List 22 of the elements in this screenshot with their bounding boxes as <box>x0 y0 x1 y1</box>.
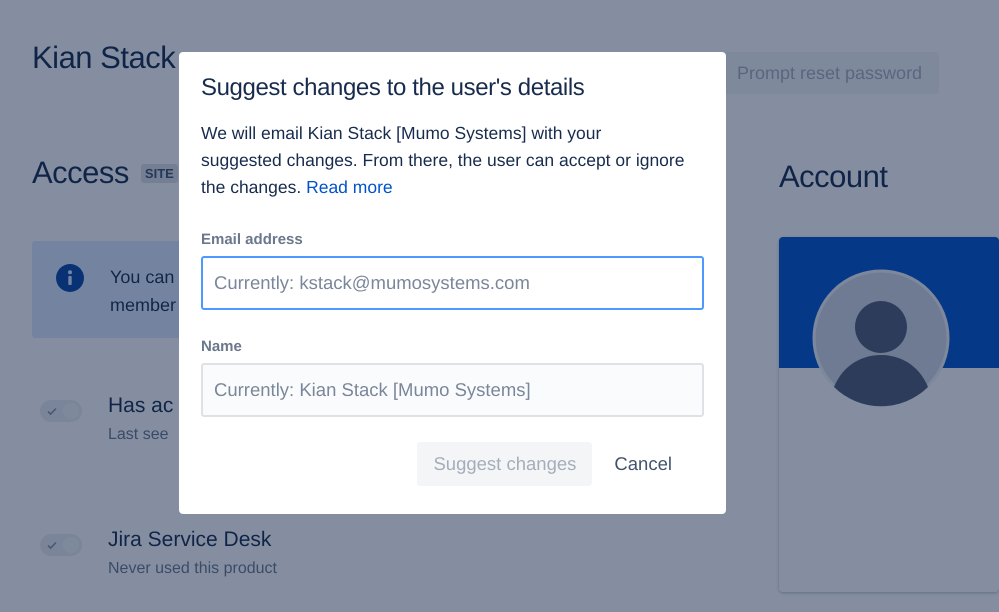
check-icon <box>46 539 58 551</box>
product-name: Jira Service Desk <box>108 528 272 552</box>
info-text: You can <box>110 266 176 289</box>
read-more-link[interactable]: Read more <box>306 177 393 197</box>
site-badge: SITE <box>140 164 178 182</box>
dialog-title: Suggest changes to the user's details <box>201 74 586 102</box>
field-label: Name <box>201 338 242 355</box>
dialog-description: We will email Kian Stack [Mumo Systems] with your suggested changes. From there, the user can accept or ignore the changes. Read more <box>201 122 686 199</box>
account-heading: Account <box>779 159 889 195</box>
product-status: Never used this product <box>108 560 277 578</box>
cancel-button[interactable]: Cancel <box>598 442 688 486</box>
input-field[interactable]: Currently: kstack@mumosystems.com <box>201 256 704 310</box>
info-icon <box>56 264 84 292</box>
product-name: Has ac <box>108 394 174 418</box>
check-icon <box>46 405 58 417</box>
toggle-switch[interactable] <box>40 534 82 556</box>
access-heading: Access <box>32 155 129 191</box>
toggle-switch[interactable] <box>40 400 82 422</box>
field-label: Email address <box>201 231 303 248</box>
product-status: Last see <box>108 426 170 444</box>
user-name-heading: Kian Stack <box>32 40 176 76</box>
info-text: member <box>110 294 176 317</box>
